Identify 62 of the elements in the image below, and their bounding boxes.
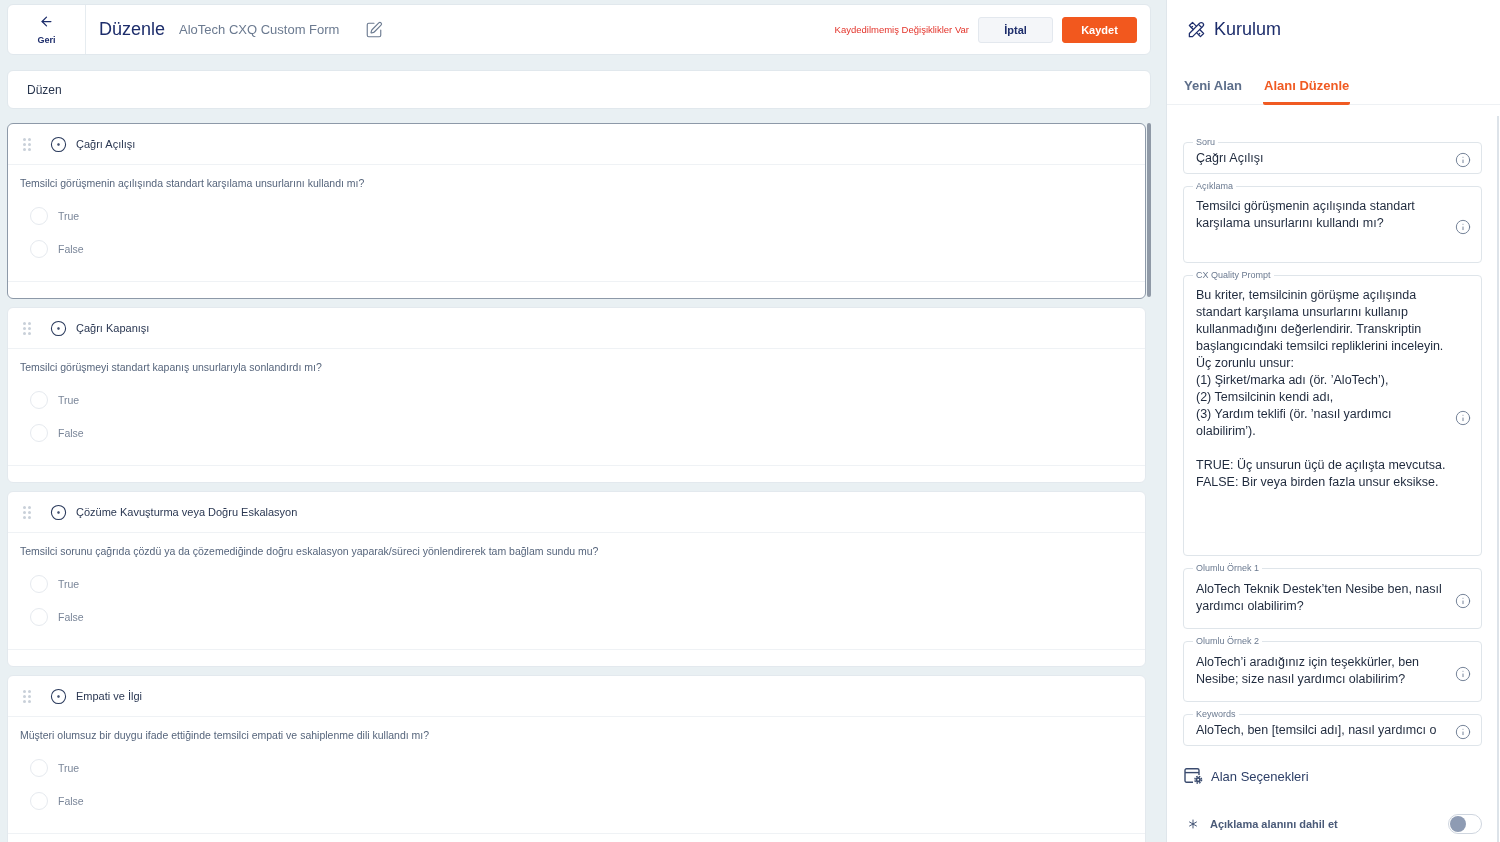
textarea-field[interactable]: Olumlu Örnek 1 AloTech Teknik Destek’ten Nesibe ben, nasıl yardımcı olabilirim? bbox=[1183, 563, 1482, 629]
form-name: AloTech CXQ Custom Form bbox=[179, 22, 340, 37]
field-label: Olumlu Örnek 1 bbox=[1195, 563, 1261, 573]
info-icon[interactable] bbox=[1455, 592, 1471, 609]
question-card[interactable]: Empati ve İlgi Müşteri olumsuz bir duygu ifade ettiğinde temsilci empati ve sahiplenme dili kullandı mı? True False bbox=[7, 675, 1146, 842]
edit-icon[interactable] bbox=[365, 20, 384, 39]
info-icon[interactable] bbox=[1455, 409, 1471, 426]
question-title: Çağrı Açılışı bbox=[76, 138, 136, 150]
question-text: Temsilci görüşmeyi standart kapanış unsurlarıyla sonlandırdı mı? bbox=[20, 360, 323, 375]
panel-title: Kurulum bbox=[1214, 19, 1282, 40]
tab[interactable]: Yeni Alan bbox=[1183, 77, 1244, 105]
option-label: True bbox=[58, 210, 80, 222]
options-heading: Alan Seçenekleri bbox=[1211, 768, 1309, 784]
toggle-knob bbox=[1450, 816, 1466, 832]
toggle-label: Açıklama alanını dahil et bbox=[1210, 818, 1338, 830]
textarea-field[interactable]: Açıklama Temsilci görüşmenin açılışında standart karşılama unsurlarını kullandı mı? bbox=[1183, 181, 1482, 263]
cancel-button[interactable]: İptal bbox=[978, 16, 1053, 43]
question-card[interactable]: Çağrı Kapanışı Temsilci görüşmeyi standart kapanış unsurlarıyla sonlandırdı mı? True False bbox=[7, 307, 1146, 483]
option-label: True bbox=[58, 394, 80, 406]
circle-dot-icon bbox=[50, 687, 67, 705]
question-card[interactable]: Çözüme Kavuşturma veya Doğru Eskalasyon Temsilci sorunu çağrıda çözdü ya da çözemediğinde doğru eskalasyon yaparak/süreci yönlendirerek tam bağlam sundu mu? True False bbox=[7, 491, 1146, 667]
drag-handle-icon[interactable] bbox=[23, 689, 31, 703]
question-text: Temsilci görüşmenin açılışında standart karşılama unsurlarını kullandı mı? bbox=[20, 176, 366, 191]
option-label: False bbox=[58, 243, 84, 255]
drag-handle-icon[interactable] bbox=[23, 321, 31, 335]
circle-dot-icon bbox=[50, 319, 67, 337]
option-label: False bbox=[58, 611, 84, 623]
field-label: CX Quality Prompt bbox=[1195, 270, 1272, 280]
circle-dot-icon bbox=[50, 503, 67, 521]
back-button[interactable]: Geri bbox=[8, 5, 86, 54]
question-title: Empati ve İlgi bbox=[76, 690, 143, 702]
info-icon[interactable] bbox=[1455, 218, 1471, 235]
toggle-switch[interactable] bbox=[1448, 814, 1482, 834]
unsaved-changes-notice: Kaydedilmemiş Değişiklikler Var bbox=[834, 24, 969, 35]
field-label: Olumlu Örnek 2 bbox=[1195, 636, 1261, 646]
field-label: Keywords bbox=[1195, 709, 1237, 719]
option-label: True bbox=[58, 578, 80, 590]
info-icon[interactable] bbox=[1455, 665, 1471, 682]
drag-handle-icon[interactable] bbox=[23, 137, 31, 151]
drag-handle-icon[interactable] bbox=[23, 505, 31, 519]
tools-icon bbox=[1187, 20, 1206, 39]
option-label: False bbox=[58, 427, 84, 439]
question-title: Çözüme Kavuşturma veya Doğru Eskalasyon bbox=[76, 506, 298, 518]
textarea-field[interactable]: CX Quality Prompt Bu kriter, temsilcinin görüşme açılışında standart karşılama unsurlarını kullanıp kullanmadığını değerlendirir. Transkriptin başlangıcındaki temsilci repliklerini inceleyin. Üç zorunlu unsur: (1) Şirket/marka adı (ör. ’AloTech’), (2) Temsilcinin kendi adı, (3) Yardım teklifi (ör. ’nasıl yardımcı olabilirim’). TRUE: Üç unsurun üçü de açılışta mevcutsa. FALSE: Bir veya birden fazla unsur eksikse. bbox=[1183, 270, 1482, 556]
text-field[interactable]: Soru Çağrı Açılışı bbox=[1183, 137, 1482, 174]
question-text: Temsilci sorunu çağrıda çözdü ya da çözemediğinde doğru eskalasyon yaparak/süreci yönlendirerek tam bağlam sundu mu? bbox=[20, 544, 600, 559]
info-icon[interactable] bbox=[1455, 724, 1471, 740]
scrollbar-thumb[interactable] bbox=[1146, 123, 1151, 297]
question-card[interactable]: Çağrı Açılışı Temsilci görüşmenin açılışında standart karşılama unsurlarını kullandı mı? True False bbox=[7, 123, 1146, 299]
text-field[interactable]: Keywords AloTech, ben [temsilci adı], nasıl yardımcı o bbox=[1183, 709, 1482, 746]
section-title: Düzen bbox=[27, 82, 62, 97]
field-label: Açıklama bbox=[1195, 181, 1234, 191]
question-text: Müşteri olumsuz bir duygu ifade ettiğinde temsilci empati ve sahiplenme dili kullandı mı? bbox=[20, 728, 431, 743]
question-title: Çağrı Kapanışı bbox=[76, 322, 150, 334]
textarea-field[interactable]: Olumlu Örnek 2 AloTech’i aradığınız için teşekkürler, ben Nesibe; size nasıl yardımcı olabilirim? bbox=[1183, 636, 1482, 702]
info-icon[interactable] bbox=[1455, 152, 1471, 168]
field-label: Soru bbox=[1195, 137, 1216, 147]
option-label: True bbox=[58, 762, 80, 774]
option-label: False bbox=[58, 795, 84, 807]
circle-dot-icon bbox=[50, 135, 67, 153]
window-gear-icon bbox=[1184, 768, 1203, 784]
page-title: Düzenle bbox=[99, 19, 166, 40]
